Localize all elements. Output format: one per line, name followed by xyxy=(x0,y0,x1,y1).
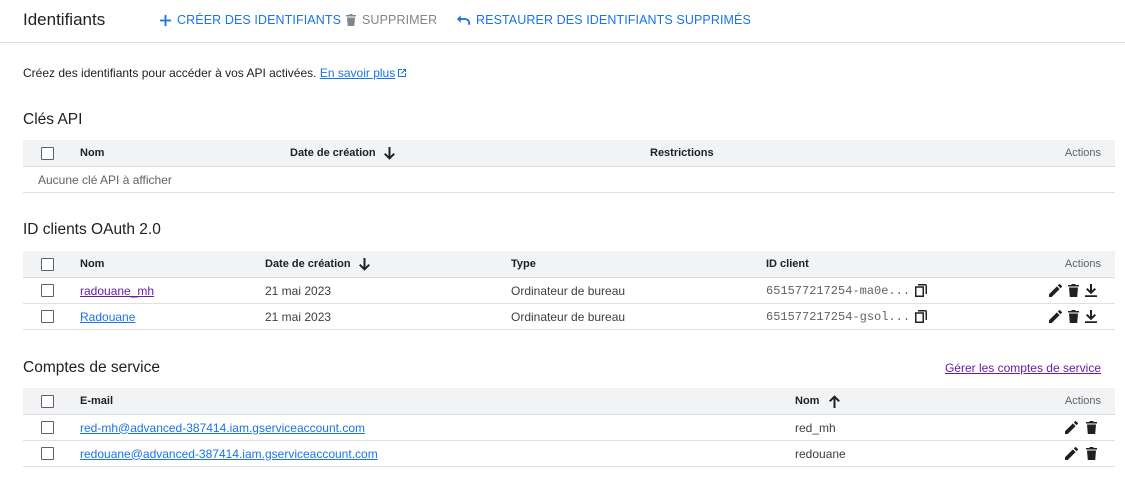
oauth-header-row: Nom Date de création Type ID client Acti… xyxy=(23,251,1115,278)
copy-icon[interactable] xyxy=(915,310,928,323)
client-name-link[interactable]: Radouane xyxy=(80,310,135,324)
arrow-up-icon xyxy=(829,394,841,408)
top-bar: Identifiants CRÉER DES IDENTIFIANTS SUPP… xyxy=(0,0,1125,43)
col-name[interactable]: Nom xyxy=(80,251,104,277)
api-keys-header-row: Nom Date de création Restrictions Action… xyxy=(23,140,1115,167)
created-date: 21 mai 2023 xyxy=(265,283,332,298)
delete-label: SUPPRIMER xyxy=(362,13,438,27)
table-row: Radouane 21 mai 2023 Ordinateur de burea… xyxy=(23,304,1115,330)
row-actions xyxy=(1065,415,1097,440)
col-name[interactable]: Nom xyxy=(80,140,104,166)
restore-deleted-label: RESTAURER DES IDENTIFIANTS SUPPRIMÉS xyxy=(476,13,751,27)
page-title: Identifiants xyxy=(23,10,106,29)
col-created[interactable]: Date de création xyxy=(265,251,370,277)
table-row: red-mh@advanced-387414.iam.gserviceaccou… xyxy=(23,415,1115,441)
col-created-label: Date de création xyxy=(265,258,351,270)
table-row: radouane_mh 21 mai 2023 Ordinateur de bu… xyxy=(23,278,1115,304)
edit-icon[interactable] xyxy=(1049,310,1062,323)
oauth-title: ID clients OAuth 2.0 xyxy=(23,221,161,238)
col-restrictions: Restrictions xyxy=(650,147,714,159)
trash-icon[interactable] xyxy=(1086,447,1097,460)
service-account-email-link[interactable]: red-mh@advanced-387414.iam.gserviceaccou… xyxy=(80,421,365,435)
select-all-checkbox[interactable] xyxy=(41,140,54,166)
api-keys-title: Clés API xyxy=(23,111,83,128)
arrow-down-icon xyxy=(358,257,370,271)
intro-text: Créez des identifiants pour accéder à vo… xyxy=(23,66,407,80)
col-client-id: ID client xyxy=(766,258,809,270)
row-actions xyxy=(1065,441,1097,466)
col-type: Type xyxy=(511,258,536,270)
service-account-name: redouane xyxy=(795,446,846,461)
row-actions xyxy=(1049,304,1097,329)
copy-icon[interactable] xyxy=(915,284,928,297)
manage-service-accounts-link[interactable]: Gérer les comptes de service xyxy=(945,361,1101,375)
client-id-cell: 651577217254-gsol... xyxy=(766,304,928,329)
service-accounts-title: Comptes de service xyxy=(23,359,160,376)
client-type: Ordinateur de bureau xyxy=(511,309,626,324)
empty-row: Aucune clé API à afficher xyxy=(23,167,1115,193)
service-accounts-table: E-mail Nom Actions red-mh@advanced-38741… xyxy=(23,388,1115,467)
col-created-label: Date de création xyxy=(290,147,376,159)
col-actions: Actions xyxy=(1064,395,1101,407)
download-icon[interactable] xyxy=(1085,284,1097,297)
table-row: redouane@advanced-387414.iam.gserviceacc… xyxy=(23,441,1115,467)
external-link-icon xyxy=(398,69,407,77)
service-accounts-header-row: E-mail Nom Actions xyxy=(23,388,1115,415)
col-email: E-mail xyxy=(80,395,114,407)
client-id: 651577217254-gsol... xyxy=(766,309,911,324)
learn-more-label: En savoir plus xyxy=(319,66,396,80)
service-account-email-link[interactable]: redouane@advanced-387414.iam.gserviceacc… xyxy=(80,447,378,461)
restore-deleted-button[interactable]: RESTAURER DES IDENTIFIANTS SUPPRIMÉS xyxy=(456,13,751,27)
api-keys-table: Nom Date de création Restrictions Action… xyxy=(23,140,1115,193)
create-credentials-label: CRÉER DES IDENTIFIANTS xyxy=(177,13,342,27)
row-checkbox[interactable] xyxy=(41,304,54,329)
row-checkbox[interactable] xyxy=(41,278,54,303)
download-icon[interactable] xyxy=(1085,310,1097,323)
col-actions: Actions xyxy=(1064,258,1101,270)
create-credentials-button[interactable]: CRÉER DES IDENTIFIANTS xyxy=(159,13,341,27)
service-account-name: red_mh xyxy=(795,420,836,435)
created-date: 21 mai 2023 xyxy=(265,309,332,324)
trash-icon xyxy=(346,14,356,26)
learn-more-link[interactable]: En savoir plus xyxy=(320,66,395,80)
arrow-down-icon xyxy=(383,146,395,160)
plus-icon xyxy=(159,14,172,26)
undo-icon xyxy=(456,15,471,25)
oauth-table: Nom Date de création Type ID client Acti… xyxy=(23,251,1115,330)
intro-description: Créez des identifiants pour accéder à vo… xyxy=(23,66,317,80)
edit-icon[interactable] xyxy=(1065,421,1078,434)
row-checkbox[interactable] xyxy=(41,441,54,466)
select-all-checkbox[interactable] xyxy=(41,251,54,277)
empty-message: Aucune clé API à afficher xyxy=(38,172,172,187)
select-all-checkbox[interactable] xyxy=(41,388,54,414)
client-type: Ordinateur de bureau xyxy=(511,283,626,298)
col-name[interactable]: Nom xyxy=(795,388,841,414)
delete-button[interactable]: SUPPRIMER xyxy=(345,13,437,27)
client-id-cell: 651577217254-ma0e... xyxy=(766,278,928,303)
row-actions xyxy=(1049,278,1097,303)
trash-icon[interactable] xyxy=(1068,310,1079,323)
trash-icon[interactable] xyxy=(1086,421,1097,434)
col-created[interactable]: Date de création xyxy=(290,140,395,166)
trash-icon[interactable] xyxy=(1068,284,1079,297)
col-actions: Actions xyxy=(1064,147,1101,159)
client-id: 651577217254-ma0e... xyxy=(766,283,911,298)
col-name-label: Nom xyxy=(795,395,820,407)
client-name-link[interactable]: radouane_mh xyxy=(80,284,154,298)
edit-icon[interactable] xyxy=(1065,447,1078,460)
row-checkbox[interactable] xyxy=(41,415,54,440)
edit-icon[interactable] xyxy=(1049,284,1062,297)
